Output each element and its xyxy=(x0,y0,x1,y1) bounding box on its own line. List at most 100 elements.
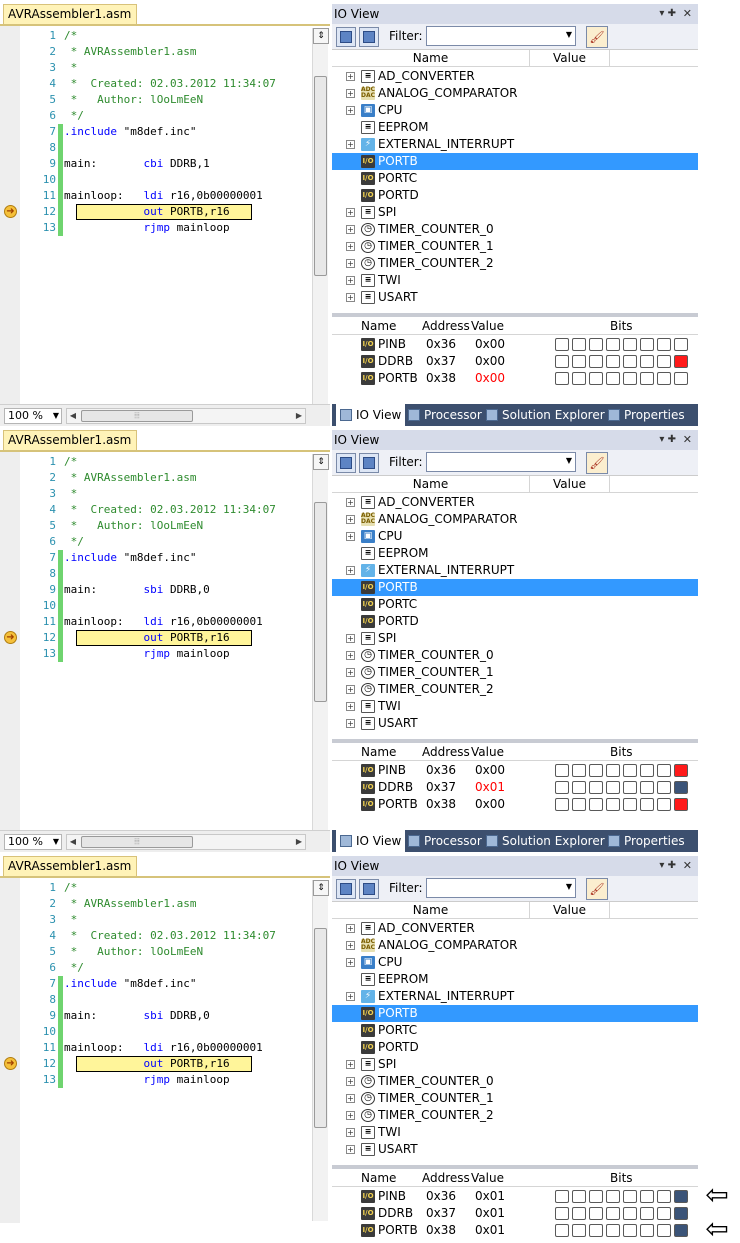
expand-icon[interactable]: + xyxy=(346,634,355,643)
scroll-left-icon[interactable]: ◀ xyxy=(67,835,79,849)
split-view-icon[interactable]: ⇕ xyxy=(313,880,329,896)
code-line[interactable]: * AVRAssembler1.asm xyxy=(64,44,310,60)
bit-toggle[interactable] xyxy=(623,1190,637,1203)
breakpoint-margin[interactable] xyxy=(0,878,20,1223)
tree-item[interactable]: I/O PORTB xyxy=(332,579,698,596)
bit-toggle[interactable] xyxy=(640,781,654,794)
register-row[interactable]: I/O PORTB 0x38 0x00 xyxy=(332,796,698,813)
tree-item[interactable]: ≡ EEPROM xyxy=(332,971,698,988)
code-line[interactable]: main: cbi DDRB,1 xyxy=(64,156,310,172)
scroll-thumb[interactable]: ⦙⦙⦙ xyxy=(81,410,193,422)
bit-toggle[interactable] xyxy=(640,764,654,777)
expand-icon[interactable]: + xyxy=(346,293,355,302)
code-line[interactable]: /* xyxy=(64,454,310,470)
code-line[interactable] xyxy=(64,566,310,582)
tree-item[interactable]: + ◷ TIMER_COUNTER_1 xyxy=(332,238,698,255)
bit-toggle[interactable] xyxy=(674,1207,688,1220)
column-name[interactable]: Name xyxy=(332,50,530,66)
code-editor[interactable]: AVRAssembler1.asm 1 /* 2 * AVRAssembler1.as… xyxy=(0,426,330,852)
tree-item[interactable]: + ADC DAC ANALOG_COMPARATOR xyxy=(332,511,698,528)
bit-toggle[interactable] xyxy=(657,355,671,368)
tree-item[interactable]: + ▣ CPU xyxy=(332,954,698,971)
bit-toggle[interactable] xyxy=(555,372,569,385)
register-value[interactable]: 0x01 xyxy=(475,1222,505,1239)
tree-item[interactable]: I/O PORTB xyxy=(332,1005,698,1022)
peripheral-tree[interactable]: + ≡ AD_CONVERTER + ADC DAC ANALOG_COMPARATOR +… xyxy=(332,494,698,736)
tab-properties[interactable]: Properties xyxy=(608,832,685,850)
scroll-thumb[interactable] xyxy=(314,502,327,702)
pin-icon[interactable]: ▾ ✚ xyxy=(659,430,676,450)
bit-toggle[interactable] xyxy=(640,372,654,385)
split-view-icon[interactable]: ⇕ xyxy=(313,454,329,470)
pane-splitter[interactable] xyxy=(332,739,698,743)
bit-toggle[interactable] xyxy=(572,338,586,351)
code-line[interactable]: out PORTB,r16 xyxy=(64,204,310,220)
bit-toggle[interactable] xyxy=(640,355,654,368)
expand-icon[interactable]: + xyxy=(346,1145,355,1154)
clear-filter-button[interactable]: 🖌 xyxy=(586,878,608,900)
code-line[interactable]: * xyxy=(64,486,310,502)
expand-icon[interactable]: + xyxy=(346,515,355,524)
code-line[interactable]: .include "m8def.inc" xyxy=(64,976,310,992)
code-line[interactable]: */ xyxy=(64,108,310,124)
editor-body[interactable]: 1 /* 2 * AVRAssembler1.asm 3 * 4 * Created: … xyxy=(0,452,330,852)
bit-toggle[interactable] xyxy=(657,1224,671,1237)
scroll-left-icon[interactable]: ◀ xyxy=(67,409,79,423)
bit-toggle[interactable] xyxy=(606,764,620,777)
bit-toggle[interactable] xyxy=(606,798,620,811)
tree-item[interactable]: I/O PORTC xyxy=(332,170,698,187)
code-line[interactable]: * Author: lOoLmEeN xyxy=(64,518,310,534)
zoom-select[interactable]: 100 % ▼ xyxy=(4,408,62,424)
code-line[interactable]: * Author: lOoLmEeN xyxy=(64,92,310,108)
expand-icon[interactable]: + xyxy=(346,140,355,149)
tree-item[interactable]: + ◷ TIMER_COUNTER_1 xyxy=(332,1090,698,1107)
column-value[interactable]: Value xyxy=(530,476,610,492)
peripheral-tree[interactable]: + ≡ AD_CONVERTER + ADC DAC ANALOG_COMPARATOR +… xyxy=(332,68,698,310)
filter-combobox[interactable]: ▼ xyxy=(426,878,576,898)
code-line[interactable] xyxy=(64,992,310,1008)
column-name[interactable]: Name xyxy=(332,902,530,918)
expand-icon[interactable]: + xyxy=(346,532,355,541)
scroll-thumb[interactable] xyxy=(314,76,327,276)
bit-toggle[interactable] xyxy=(589,1207,603,1220)
scroll-right-icon[interactable]: ▶ xyxy=(293,835,305,849)
filter-combobox[interactable]: ▼ xyxy=(426,26,576,46)
expand-icon[interactable]: + xyxy=(346,1077,355,1086)
bit-toggle[interactable] xyxy=(606,1224,620,1237)
register-value[interactable]: 0x00 xyxy=(475,762,505,779)
tree-item[interactable]: + ▣ CPU xyxy=(332,528,698,545)
tree-item[interactable]: + ◷ TIMER_COUNTER_1 xyxy=(332,664,698,681)
scroll-thumb[interactable]: ⦙⦙⦙ xyxy=(81,836,193,848)
view-mode-button-2[interactable] xyxy=(359,879,379,899)
editor-body[interactable]: 1 /* 2 * AVRAssembler1.asm 3 * 4 * Created: … xyxy=(0,878,330,1243)
bit-toggle[interactable] xyxy=(657,1190,671,1203)
pin-icon[interactable]: ▾ ✚ xyxy=(659,4,676,24)
tree-item[interactable]: I/O PORTB xyxy=(332,153,698,170)
clear-filter-button[interactable]: 🖌 xyxy=(586,452,608,474)
view-mode-button-1[interactable] xyxy=(336,27,356,47)
tree-item[interactable]: + ≡ AD_CONVERTER xyxy=(332,920,698,937)
document-tab[interactable]: AVRAssembler1.asm xyxy=(3,4,138,24)
bit-toggle[interactable] xyxy=(572,372,586,385)
bit-toggle[interactable] xyxy=(674,781,688,794)
tree-item[interactable]: I/O PORTD xyxy=(332,1039,698,1056)
bit-toggle[interactable] xyxy=(572,1224,586,1237)
bit-toggle[interactable] xyxy=(589,1224,603,1237)
bit-toggle[interactable] xyxy=(555,1224,569,1237)
bit-toggle[interactable] xyxy=(657,781,671,794)
column-name[interactable]: Name xyxy=(332,476,530,492)
bit-toggle[interactable] xyxy=(589,781,603,794)
bit-toggle[interactable] xyxy=(572,1190,586,1203)
register-row[interactable]: I/O PORTB 0x38 0x00 xyxy=(332,370,698,387)
code-line[interactable] xyxy=(64,1024,310,1040)
tree-item[interactable]: + ◷ TIMER_COUNTER_0 xyxy=(332,1073,698,1090)
bit-toggle[interactable] xyxy=(674,338,688,351)
register-value[interactable]: 0x01 xyxy=(475,1205,505,1222)
register-row[interactable]: I/O PINB 0x36 0x00 xyxy=(332,762,698,779)
close-icon[interactable]: ✕ xyxy=(683,856,692,876)
tree-item[interactable]: ≡ EEPROM xyxy=(332,119,698,136)
bit-toggle[interactable] xyxy=(674,798,688,811)
expand-icon[interactable]: + xyxy=(346,89,355,98)
tab-solution-explorer[interactable]: Solution Explorer xyxy=(486,406,605,424)
tree-item[interactable]: + ◷ TIMER_COUNTER_2 xyxy=(332,255,698,272)
